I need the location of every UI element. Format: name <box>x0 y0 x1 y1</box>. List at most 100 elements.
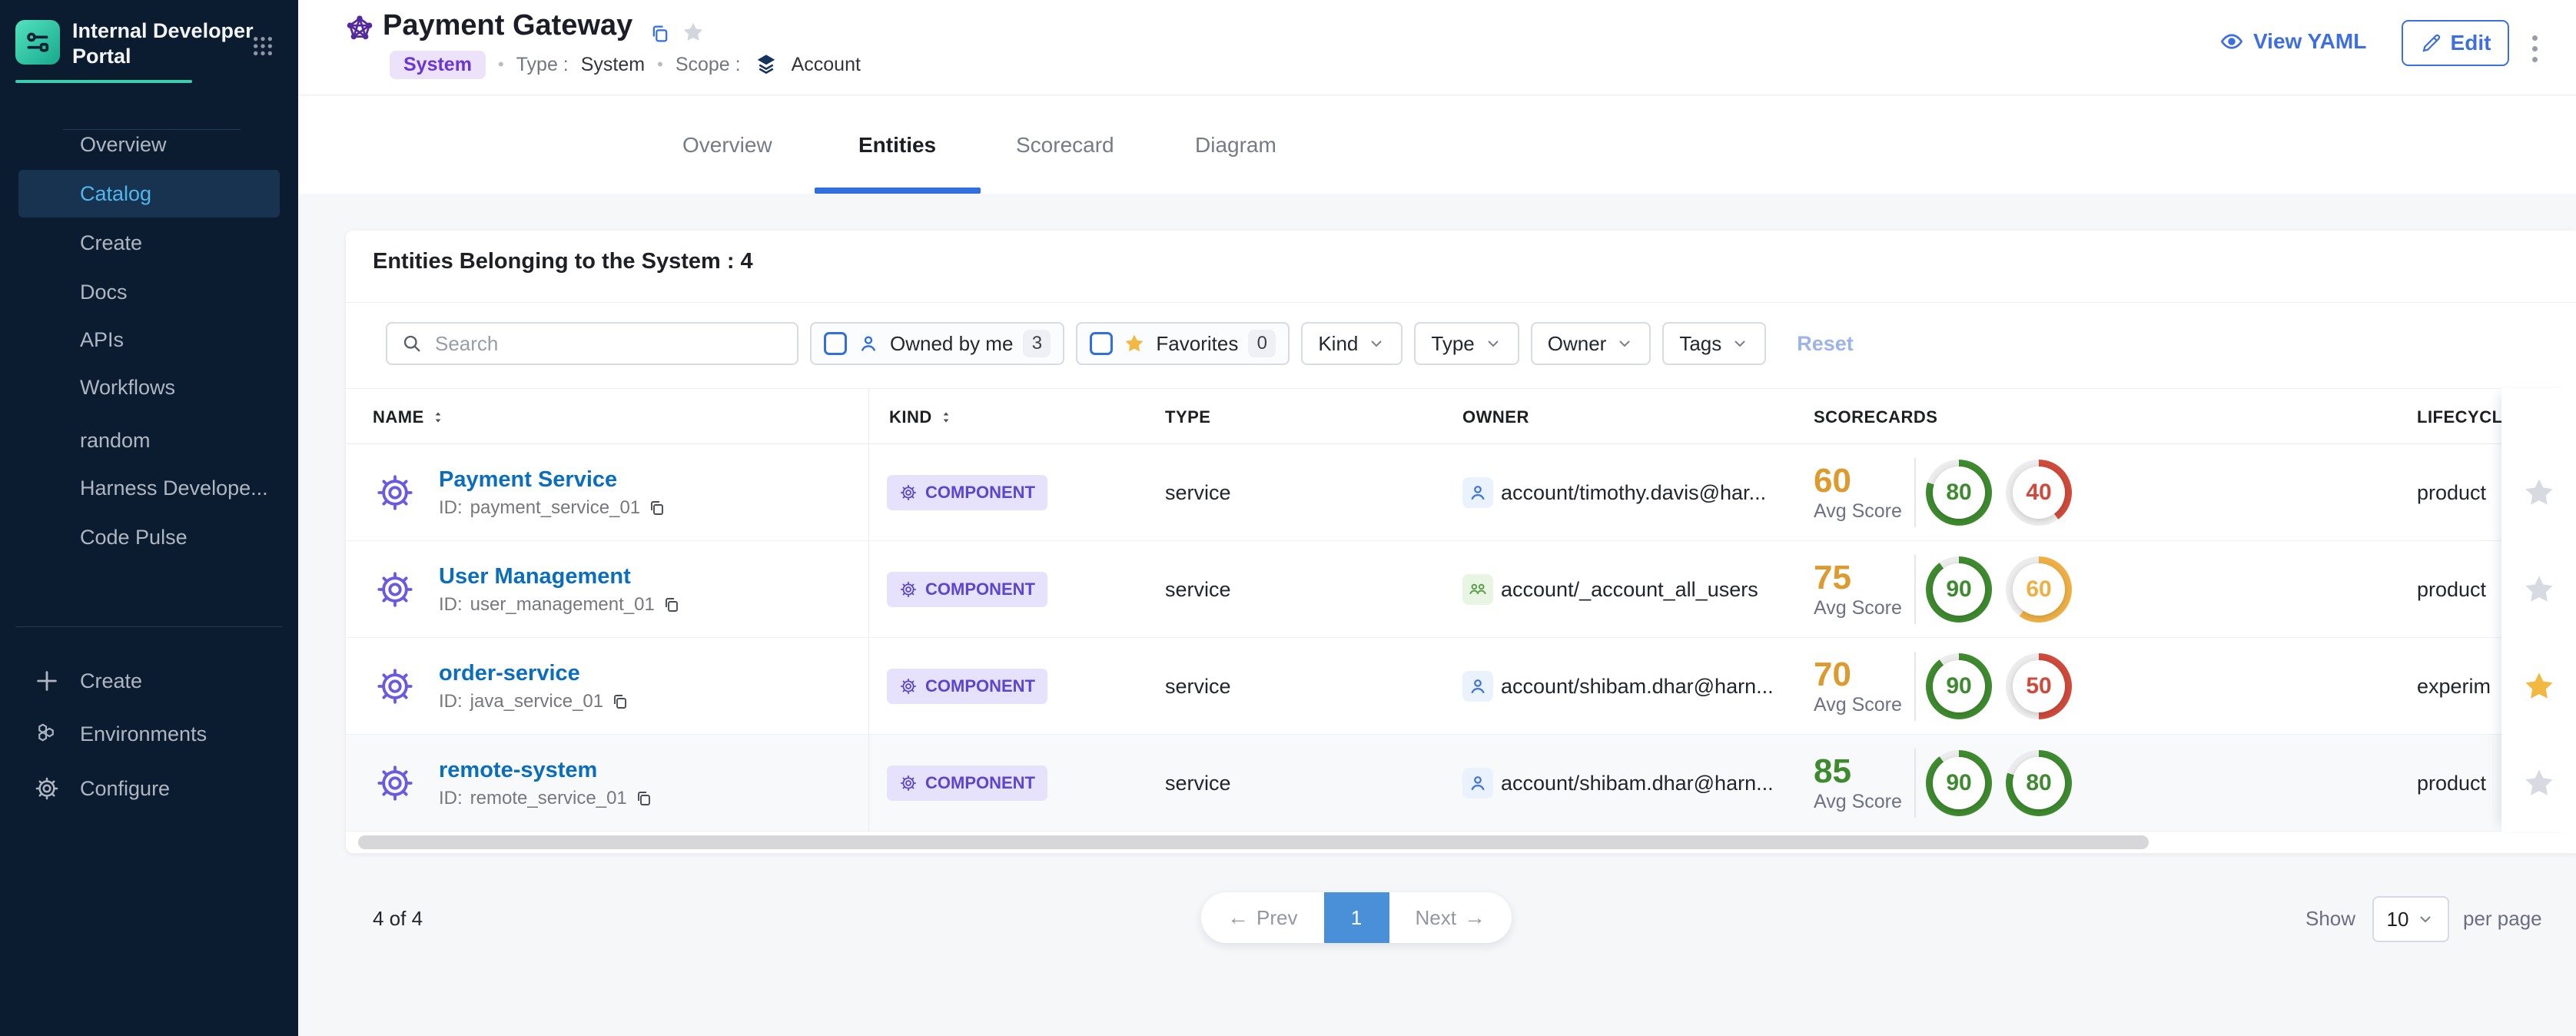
result-count: 4 of 4 <box>373 907 423 931</box>
heading-divider <box>346 302 2576 303</box>
favorite-star-icon[interactable] <box>2521 475 2557 510</box>
tab-diagram[interactable]: Diagram <box>1195 96 1276 194</box>
score-divider <box>1914 555 1916 624</box>
copy-icon[interactable] <box>662 596 681 614</box>
sidebar-item-catalog[interactable]: Catalog <box>18 170 280 217</box>
sidebar-item-apis[interactable]: APIs <box>18 316 280 364</box>
entities-panel: Entities Belonging to the System : 4 Own… <box>346 231 2576 853</box>
search-icon <box>401 333 423 354</box>
sidebar-item-create[interactable]: Create <box>18 219 280 267</box>
component-gear-icon <box>374 735 416 832</box>
favorite-star-icon[interactable] <box>2521 572 2557 607</box>
table-row: remote-system ID:remote_service_01 COMPO… <box>346 735 2576 832</box>
component-gear-icon <box>374 541 416 638</box>
lifecycle-value: experim <box>2417 638 2498 735</box>
avg-score: 70 Avg Score <box>1814 638 1902 735</box>
column-header-lifecycle: LIFECYCLE <box>2417 389 2515 445</box>
copy-icon[interactable] <box>635 789 653 808</box>
owner-value: account/shibam.dhar@harn... <box>1501 735 1774 832</box>
sidebar-item-overview[interactable]: Overview <box>18 121 280 168</box>
sidebar-item-configure[interactable]: Configure <box>18 765 280 812</box>
kind-dropdown[interactable]: Kind <box>1301 322 1403 365</box>
per-page-label: per page <box>2463 907 2542 931</box>
entity-name-link[interactable]: remote-system <box>439 758 597 783</box>
tab-scorecard[interactable]: Scorecard <box>1016 96 1114 194</box>
owner-user-icon <box>1462 768 1493 799</box>
lifecycle-value: product <box>2417 444 2498 541</box>
favorite-star-icon[interactable] <box>681 20 705 45</box>
favorites-checkbox[interactable] <box>1090 332 1113 355</box>
sidebar-item-workflows[interactable]: Workflows <box>18 364 280 411</box>
entity-name-cell: order-service ID:java_service_01 <box>439 638 629 735</box>
owner-dropdown[interactable]: Owner <box>1531 322 1651 365</box>
column-header-name[interactable]: NAME <box>373 389 446 445</box>
favorite-star-icon[interactable] <box>2521 765 2557 801</box>
view-yaml-button[interactable]: View YAML <box>2219 29 2366 54</box>
component-gear-icon <box>374 638 416 735</box>
column-header-kind[interactable]: KIND <box>889 389 954 445</box>
tab-overview[interactable]: Overview <box>682 96 772 194</box>
sidebar: Internal Developer Portal Overview Catal… <box>0 0 298 1036</box>
entity-meta-row: System • Type : System • Scope : Account <box>390 51 861 78</box>
type-value: service <box>1165 735 1231 832</box>
lifecycle-value: product <box>2417 735 2498 832</box>
kind-badge: COMPONENT <box>887 475 1047 510</box>
brand-title: Internal Developer Portal <box>72 18 254 69</box>
copy-icon[interactable] <box>648 499 666 517</box>
page-header: Payment Gateway System • Type : System •… <box>298 0 2576 95</box>
table-row: User Management ID:user_management_01 CO… <box>346 541 2576 638</box>
chevron-down-icon <box>1731 334 1749 353</box>
score-divider <box>1914 652 1916 721</box>
horizontal-scrollbar-thumb[interactable] <box>358 835 2149 849</box>
entity-id: user_management_01 <box>470 594 655 616</box>
copy-icon[interactable] <box>649 23 671 45</box>
search-input[interactable] <box>433 331 756 357</box>
owned-by-me-filter[interactable]: Owned by me 3 <box>810 322 1064 365</box>
table-header: NAME KIND TYPE OWNER SCORECARDS LIFECYCL… <box>346 388 2576 444</box>
owned-by-me-checkbox[interactable] <box>824 332 847 355</box>
sidebar-item-docs[interactable]: Docs <box>18 268 280 316</box>
tab-entities[interactable]: Entities <box>858 96 936 194</box>
eye-icon <box>2219 29 2244 54</box>
prev-page-button[interactable]: ← Prev <box>1201 892 1324 943</box>
reset-filters-button[interactable]: Reset <box>1797 332 1854 356</box>
tags-dropdown[interactable]: Tags <box>1662 322 1766 365</box>
apps-grid-icon[interactable] <box>251 34 275 58</box>
chevron-down-icon <box>1615 334 1634 353</box>
panel-heading: Entities Belonging to the System : 4 <box>373 249 753 274</box>
copy-icon[interactable] <box>611 692 629 711</box>
type-dropdown[interactable]: Type <box>1414 322 1519 365</box>
sidebar-item-harness-developer[interactable]: Harness Develope... <box>18 464 280 512</box>
kind-badge: COMPONENT <box>887 572 1047 607</box>
entity-name-link[interactable]: Payment Service <box>439 467 617 493</box>
type-label: Type : <box>516 54 569 76</box>
favorite-star-icon[interactable] <box>2521 669 2557 704</box>
next-page-button[interactable]: Next → <box>1389 892 1512 943</box>
entity-name-link[interactable]: order-service <box>439 661 580 686</box>
sidebar-item-code-pulse[interactable]: Code Pulse <box>18 513 280 561</box>
sidebar-item-create-entity[interactable]: Create <box>18 657 280 705</box>
entity-name-link[interactable]: User Management <box>439 564 631 589</box>
sidebar-item-environments[interactable]: Environments <box>18 710 280 758</box>
score-divider <box>1914 749 1916 818</box>
favorites-filter[interactable]: Favorites 0 <box>1076 322 1290 365</box>
favorites-count-badge: 0 <box>1248 330 1276 357</box>
sidebar-item-random[interactable]: random <box>18 417 280 464</box>
user-icon <box>857 332 880 355</box>
type-value: service <box>1165 444 1231 541</box>
avg-score: 75 Avg Score <box>1814 541 1902 638</box>
column-header-scorecards: SCORECARDS <box>1814 389 1937 445</box>
edit-button[interactable]: Edit <box>2402 20 2509 66</box>
scorecard-ring: 80 <box>2006 750 2072 816</box>
type-value: service <box>1165 541 1231 638</box>
entity-name-cell: Payment Service ID:payment_service_01 <box>439 444 666 541</box>
search-input-wrapper <box>386 322 798 365</box>
page-size-select[interactable]: 10 <box>2372 896 2449 942</box>
owner-user-icon <box>1462 477 1493 508</box>
entity-id: java_service_01 <box>470 691 603 712</box>
show-label: Show <box>2305 907 2355 931</box>
page-number-button[interactable]: 1 <box>1324 892 1389 943</box>
star-icon <box>1123 332 1146 355</box>
more-options-kebab-icon[interactable] <box>2527 26 2542 71</box>
scorecard-ring: 90 <box>1926 750 1992 816</box>
